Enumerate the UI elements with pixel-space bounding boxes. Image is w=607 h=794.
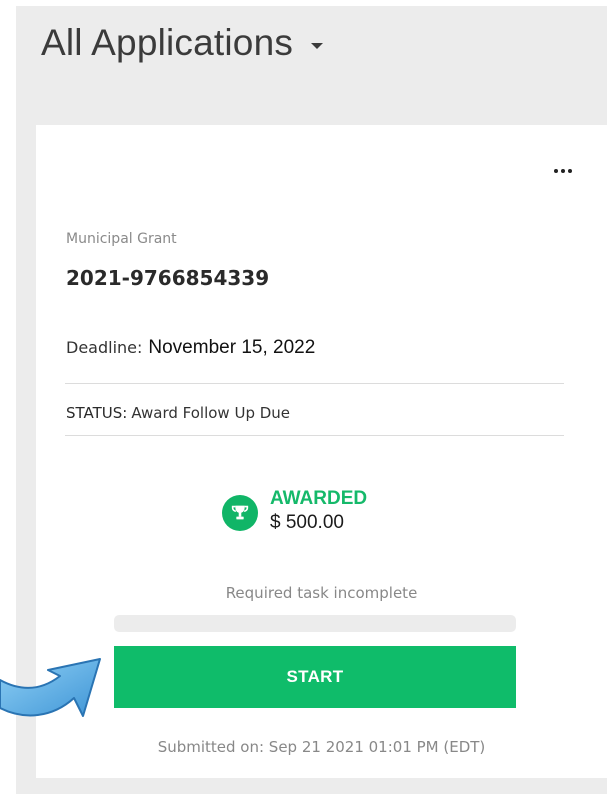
divider	[65, 435, 564, 436]
required-task-text: Required task incomplete	[225, 584, 418, 602]
divider	[65, 383, 564, 384]
award-status: AWARDED	[270, 488, 368, 509]
application-card: Municipal Grant 2021-9766854339 Deadline…	[36, 125, 607, 778]
application-id: 2021-9766854339	[66, 266, 270, 290]
deadline-value: November 15, 2022	[148, 337, 316, 358]
more-options-icon[interactable]	[554, 169, 572, 173]
start-button[interactable]: START	[114, 646, 516, 708]
deadline-label: Deadline:	[66, 338, 143, 357]
submitted-date: Submitted on: Sep 21 2021 01:01 PM (EDT)	[157, 738, 486, 756]
page-title: All Applications	[41, 22, 294, 63]
deadline-row: Deadline: November 15, 2022	[66, 337, 315, 359]
trophy-icon	[222, 495, 258, 531]
status-label: STATUS:	[66, 404, 128, 422]
task-progress-bar	[114, 615, 516, 632]
status-value: Award Follow Up Due	[131, 404, 291, 422]
caret-down-icon	[311, 43, 324, 49]
pointer-arrow-icon	[0, 632, 105, 731]
award-summary: AWARDED $ 500.00	[222, 487, 367, 535]
application-category: Municipal Grant	[66, 231, 177, 247]
status-row: STATUS: Award Follow Up Due	[66, 404, 290, 422]
applications-filter-dropdown[interactable]: All Applications	[41, 22, 324, 64]
award-amount: $ 500.00	[270, 512, 344, 533]
